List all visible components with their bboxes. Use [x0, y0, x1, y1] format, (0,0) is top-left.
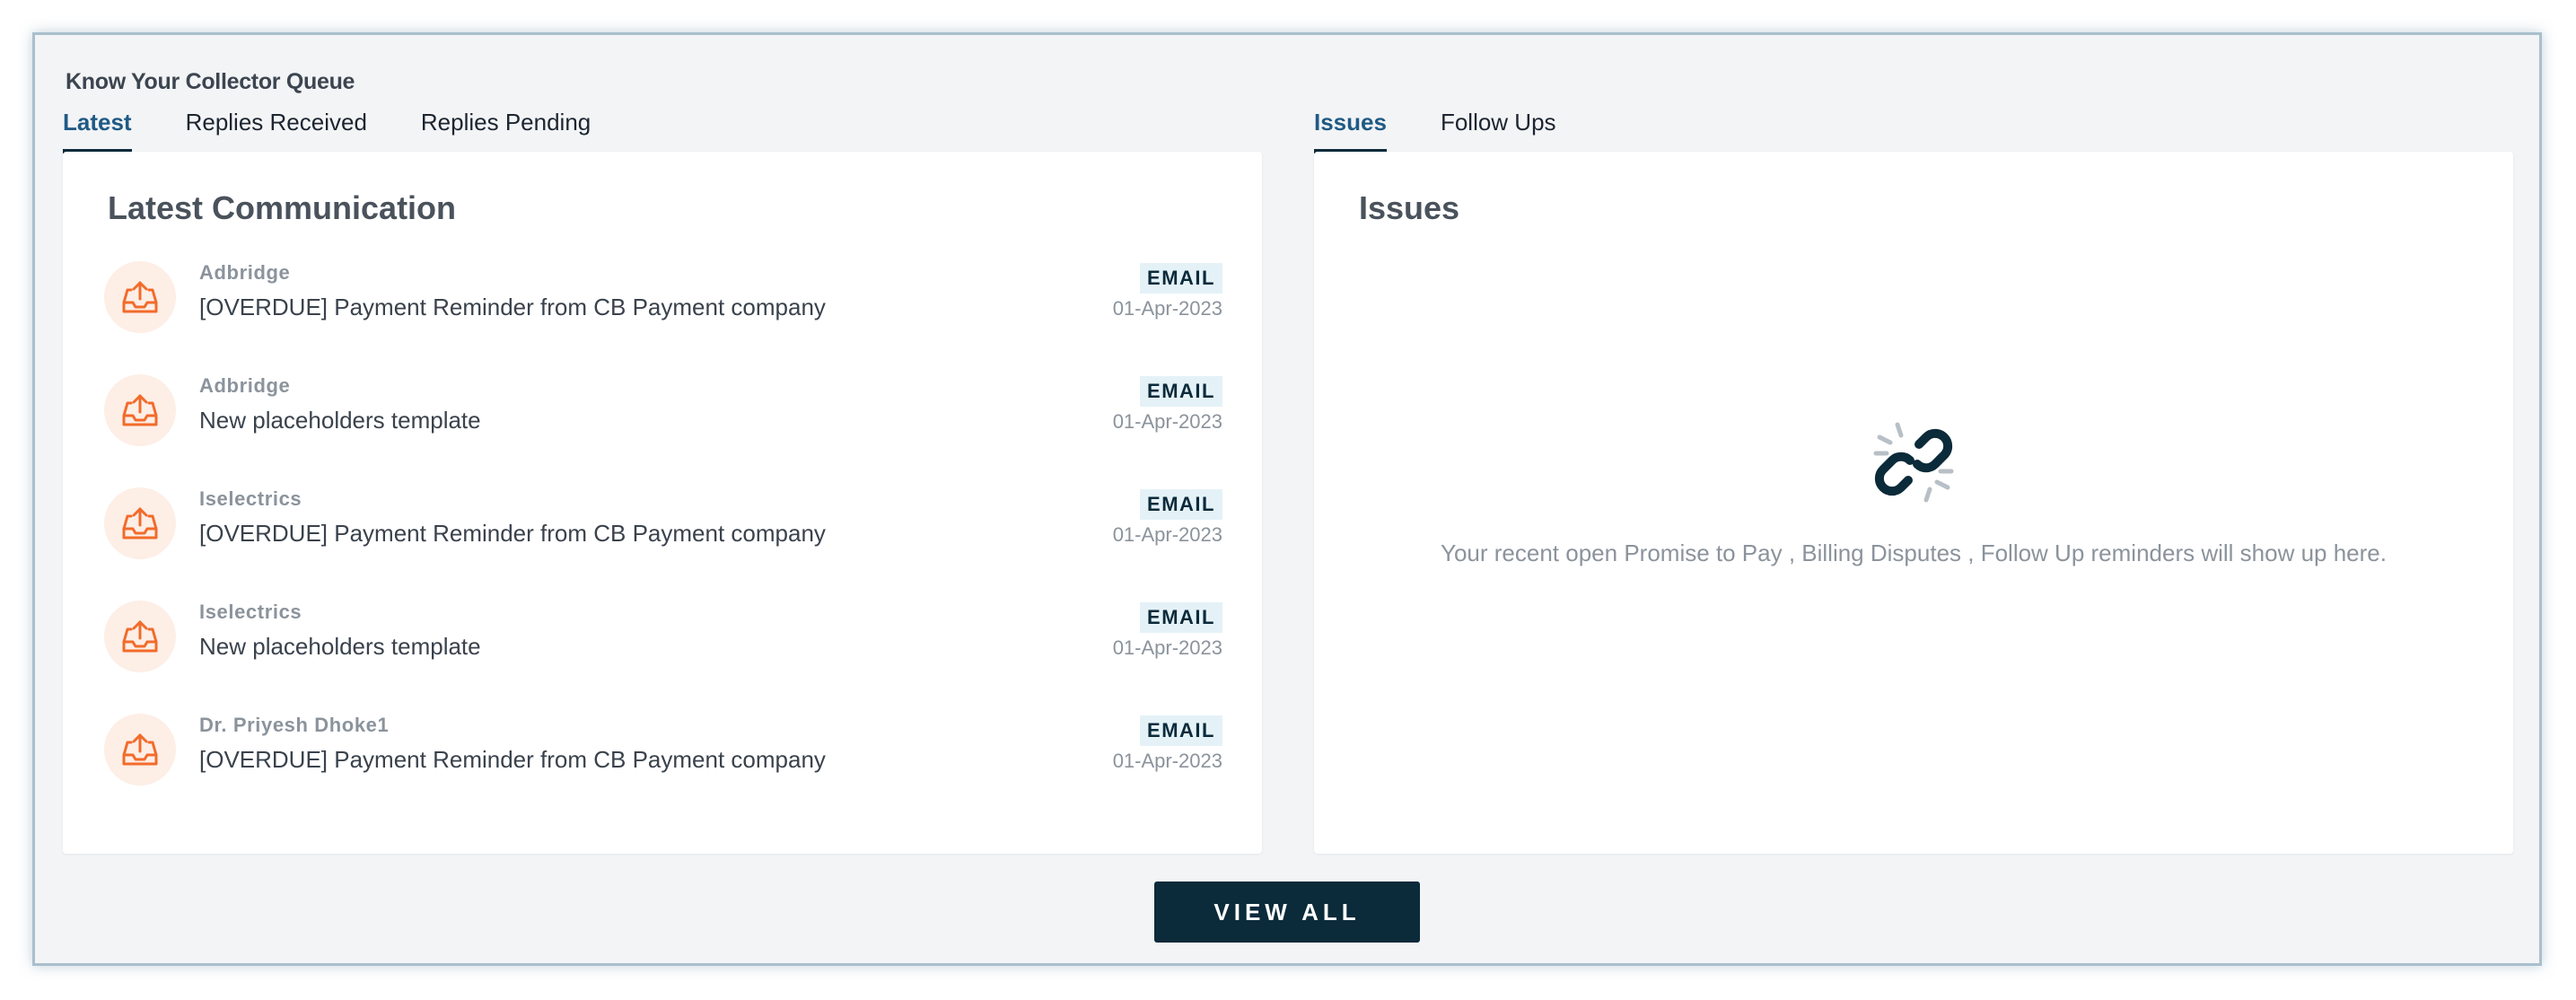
outbox-upload-icon: [104, 374, 176, 446]
tab-replies-pending[interactable]: Replies Pending: [421, 109, 591, 154]
channel-badge: EMAIL: [1140, 715, 1222, 746]
message-subject: New placeholders template: [199, 633, 481, 660]
tab-latest[interactable]: Latest: [63, 109, 132, 154]
issues-card: Issues Your recent open Promise to Pay ,…: [1314, 152, 2513, 854]
queue-title: Know Your Collector Queue: [66, 69, 355, 94]
message-subject: New placeholders template: [199, 407, 481, 434]
outbox-upload-icon: [104, 714, 176, 785]
message-date: 01-Apr-2023: [1112, 410, 1222, 433]
channel-badge: EMAIL: [1140, 376, 1222, 407]
communication-item[interactable]: Iselectrics [OVERDUE] Payment Reminder f…: [104, 487, 1222, 601]
view-all-button[interactable]: VIEW ALL: [1154, 882, 1420, 943]
latest-communication-title: Latest Communication: [108, 189, 457, 226]
sender-name: Iselectrics: [199, 487, 302, 510]
communication-item[interactable]: Dr. Priyesh Dhoke1 [OVERDUE] Payment Rem…: [104, 714, 1222, 827]
tab-issues[interactable]: Issues: [1314, 109, 1387, 154]
communication-item[interactable]: Adbridge New placeholders template EMAIL…: [104, 374, 1222, 487]
channel-badge: EMAIL: [1140, 263, 1222, 294]
channel-badge: EMAIL: [1140, 602, 1222, 633]
tab-replies-received[interactable]: Replies Received: [186, 109, 367, 154]
communication-list: Adbridge [OVERDUE] Payment Reminder from…: [104, 261, 1222, 827]
tab-follow-ups[interactable]: Follow Ups: [1441, 109, 1556, 154]
outbox-upload-icon: [104, 261, 176, 333]
issues-empty-message: Your recent open Promise to Pay , Billin…: [1441, 539, 2387, 566]
message-date: 01-Apr-2023: [1112, 523, 1222, 546]
message-subject: [OVERDUE] Payment Reminder from CB Payme…: [199, 520, 826, 547]
issues-title: Issues: [1359, 189, 1460, 226]
message-date: 01-Apr-2023: [1112, 750, 1222, 772]
communication-item[interactable]: Iselectrics New placeholders template EM…: [104, 601, 1222, 714]
sender-name: Dr. Priyesh Dhoke1: [199, 714, 390, 736]
communication-item[interactable]: Adbridge [OVERDUE] Payment Reminder from…: [104, 261, 1222, 374]
broken-link-icon: [1872, 421, 1955, 504]
sender-name: Adbridge: [199, 374, 291, 397]
left-tab-bar: Latest Replies Received Replies Pending: [63, 109, 644, 155]
outbox-upload-icon: [104, 487, 176, 559]
collector-queue-widget: Know Your Collector Queue Latest Replies…: [32, 32, 2542, 966]
message-subject: [OVERDUE] Payment Reminder from CB Payme…: [199, 746, 826, 773]
right-tab-bar: Issues Follow Ups: [1314, 109, 1610, 155]
outbox-upload-icon: [104, 601, 176, 672]
channel-badge: EMAIL: [1140, 489, 1222, 520]
latest-communication-card: Latest Communication Adbridge [OVERDUE] …: [63, 152, 1262, 854]
message-date: 01-Apr-2023: [1112, 297, 1222, 320]
sender-name: Adbridge: [199, 261, 291, 284]
message-subject: [OVERDUE] Payment Reminder from CB Payme…: [199, 294, 826, 320]
message-date: 01-Apr-2023: [1112, 636, 1222, 659]
sender-name: Iselectrics: [199, 601, 302, 623]
